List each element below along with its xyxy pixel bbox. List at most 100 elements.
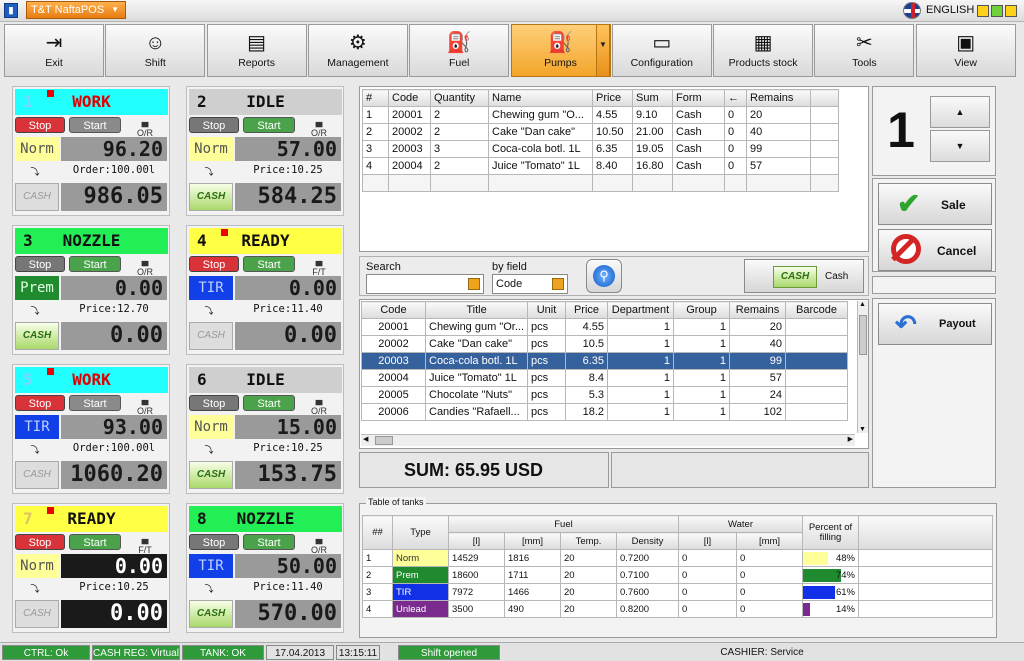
cancel-button[interactable]: Cancel [878,229,992,271]
toolbar-view-button[interactable]: ▣ View [915,24,1016,77]
receipt-column-header[interactable]: Price [592,89,633,107]
products-column-header[interactable]: Group [673,301,730,319]
pump-or-button[interactable]: ▗▖ O/R [299,534,339,555]
search-input[interactable] [366,274,484,294]
receipt-row[interactable]: 3 20003 3 Coca-cola botl. 1L 6.35 19.05 Cash 0 9… [362,140,839,158]
pump-start-button[interactable]: Start [69,395,121,411]
pump-nozzle-icon[interactable]: ⤵ [15,582,55,596]
receipt-column-header[interactable]: Name [488,89,593,107]
pump-nozzle-icon[interactable]: ⤵ [15,304,55,318]
products-vertical-scrollbar[interactable]: ▲ ▼ [857,301,868,433]
product-row[interactable]: 20001 Chewing gum "Or... pcs 4.55 1 1 20 [361,318,848,336]
quantity-down-button[interactable]: ▼ [930,130,990,162]
pump-or-button[interactable]: ▗▖ O/R [125,256,165,277]
pump-fuel-type[interactable]: Norm [189,415,233,439]
pump-or-button[interactable]: ▗▖ O/R [299,117,339,138]
pump-stop-button[interactable]: Stop [15,534,65,550]
toolbar-tools-button[interactable]: ✂ Tools [814,24,915,77]
uk-flag-icon[interactable] [903,2,921,19]
products-column-header[interactable]: Code [361,301,426,319]
pump-cash-button[interactable]: CASH [189,322,233,350]
receipt-column-header[interactable]: # [362,89,389,107]
pump-start-button[interactable]: Start [243,117,295,133]
product-row[interactable]: 20006 Candies "Rafaell... pcs 18.2 1 1 102 [361,403,848,421]
pump-fuel-type[interactable]: TIR [15,415,59,439]
receipt-row[interactable]: 2 20002 2 Cake "Dan cake" 10.50 21.00 Cash 0 40 [362,123,839,141]
minimize-button[interactable] [977,5,989,17]
toolbar-management-button[interactable]: ⚙ Management [307,24,408,77]
toolbar-shift-button[interactable]: ☺ Shift [105,24,206,77]
pump-nozzle-icon[interactable]: ⤵ [15,165,55,179]
pump-stop-button[interactable]: Stop [189,117,239,133]
product-row[interactable]: 20004 Juice "Tomato" 1L pcs 8.4 1 1 57 [361,369,848,387]
pump-nozzle-icon[interactable]: ⤵ [189,165,229,179]
pump-nozzle-icon[interactable]: ⤵ [189,304,229,318]
sale-button[interactable]: ✔ Sale [878,183,992,225]
toolbar-fuel-button[interactable]: ⛽ Fuel [409,24,510,77]
pump-stop-button[interactable]: Stop [189,256,239,272]
hscroll-thumb[interactable] [375,436,393,445]
language-label[interactable]: ENGLISH [926,4,974,16]
pump-header[interactable]: 1 WORK [15,89,168,115]
pump-fuel-type[interactable]: Norm [15,137,59,161]
pump-fuel-type[interactable]: TIR [189,276,233,300]
pump-stop-button[interactable]: Stop [15,256,65,272]
scroll-up-icon[interactable]: ▲ [859,301,866,308]
pump-stop-button[interactable]: Stop [189,395,239,411]
products-column-header[interactable]: Price [565,301,608,319]
product-row[interactable]: 20002 Cake "Dan cake" pcs 10.5 1 1 40 [361,335,848,353]
receipt-column-header[interactable]: Sum [632,89,673,107]
pump-fuel-type[interactable]: Norm [189,137,233,161]
pump-stop-button[interactable]: Stop [189,534,239,550]
search-clear-icon[interactable] [468,278,480,290]
scroll-thumb[interactable] [859,315,867,355]
pump-or-button[interactable]: ▗▖ F/T [299,256,339,277]
pump-cash-button[interactable]: CASH [189,600,233,628]
scroll-down-icon[interactable]: ▼ [859,426,866,433]
pump-nozzle-icon[interactable]: ⤵ [189,443,229,457]
pump-header[interactable]: 2 IDLE [189,89,342,115]
pump-nozzle-icon[interactable]: ⤵ [189,582,229,596]
pumps-dropdown-arrow[interactable]: ▼ [596,24,610,77]
products-horizontal-scrollbar[interactable]: ◀ ▶ [361,434,855,446]
pump-fuel-type[interactable]: Norm [15,554,59,578]
pump-header[interactable]: 7 READY [15,506,168,532]
receipt-column-header[interactable]: Remains [746,89,811,107]
pump-header[interactable]: 6 IDLE [189,367,342,393]
pump-nozzle-icon[interactable]: ⤵ [15,443,55,457]
receipt-column-header[interactable]: Quantity [430,89,489,107]
scroll-right-icon[interactable]: ▶ [848,435,853,443]
pump-start-button[interactable]: Start [69,534,121,550]
tank-row[interactable]: 2 Prem 18600 1711 20 0.7100 0 0 74% [362,566,993,584]
search-button[interactable]: ⚲ [586,259,622,293]
payout-button[interactable]: ↶ Payout [878,303,992,345]
pump-header[interactable]: 8 NOZZLE [189,506,342,532]
toolbar-exit-button[interactable]: ⇥ Exit [4,24,104,77]
receipt-column-header[interactable]: ← [724,89,747,107]
pump-fuel-type[interactable]: TIR [189,554,233,578]
pump-or-button[interactable]: ▗▖ O/R [125,395,165,416]
toolbar-configuration-button[interactable]: ▭ Configuration [611,24,712,77]
pump-or-button[interactable]: ▗▖ F/T [125,534,165,555]
pump-cash-button[interactable]: CASH [15,461,59,489]
close-button[interactable] [1005,5,1017,17]
pump-start-button[interactable]: Start [69,256,121,272]
pump-stop-button[interactable]: Stop [15,395,65,411]
receipt-column-header[interactable]: Form [672,89,725,107]
pump-start-button[interactable]: Start [243,395,295,411]
products-column-header[interactable]: Remains [729,301,786,319]
products-column-header[interactable]: Department [607,301,674,319]
products-column-header[interactable]: Title [425,301,528,319]
pump-header[interactable]: 3 NOZZLE [15,228,168,254]
pump-cash-button[interactable]: CASH [15,183,59,211]
pump-header[interactable]: 4 READY [189,228,342,254]
quantity-up-button[interactable]: ▲ [930,96,990,128]
app-menu-button[interactable]: T&T NaftaPOS ▼ [26,1,126,19]
pump-or-button[interactable]: ▗▖ O/R [125,117,165,138]
maximize-button[interactable] [991,5,1003,17]
products-column-header[interactable]: Unit [527,301,566,319]
toolbar-reports-button[interactable]: ▤ Reports [206,24,307,77]
tank-row[interactable]: 1 Norm 14529 1816 20 0.7200 0 0 48% [362,549,993,567]
products-column-header[interactable]: Barcode [785,301,848,319]
pump-start-button[interactable]: Start [69,117,121,133]
